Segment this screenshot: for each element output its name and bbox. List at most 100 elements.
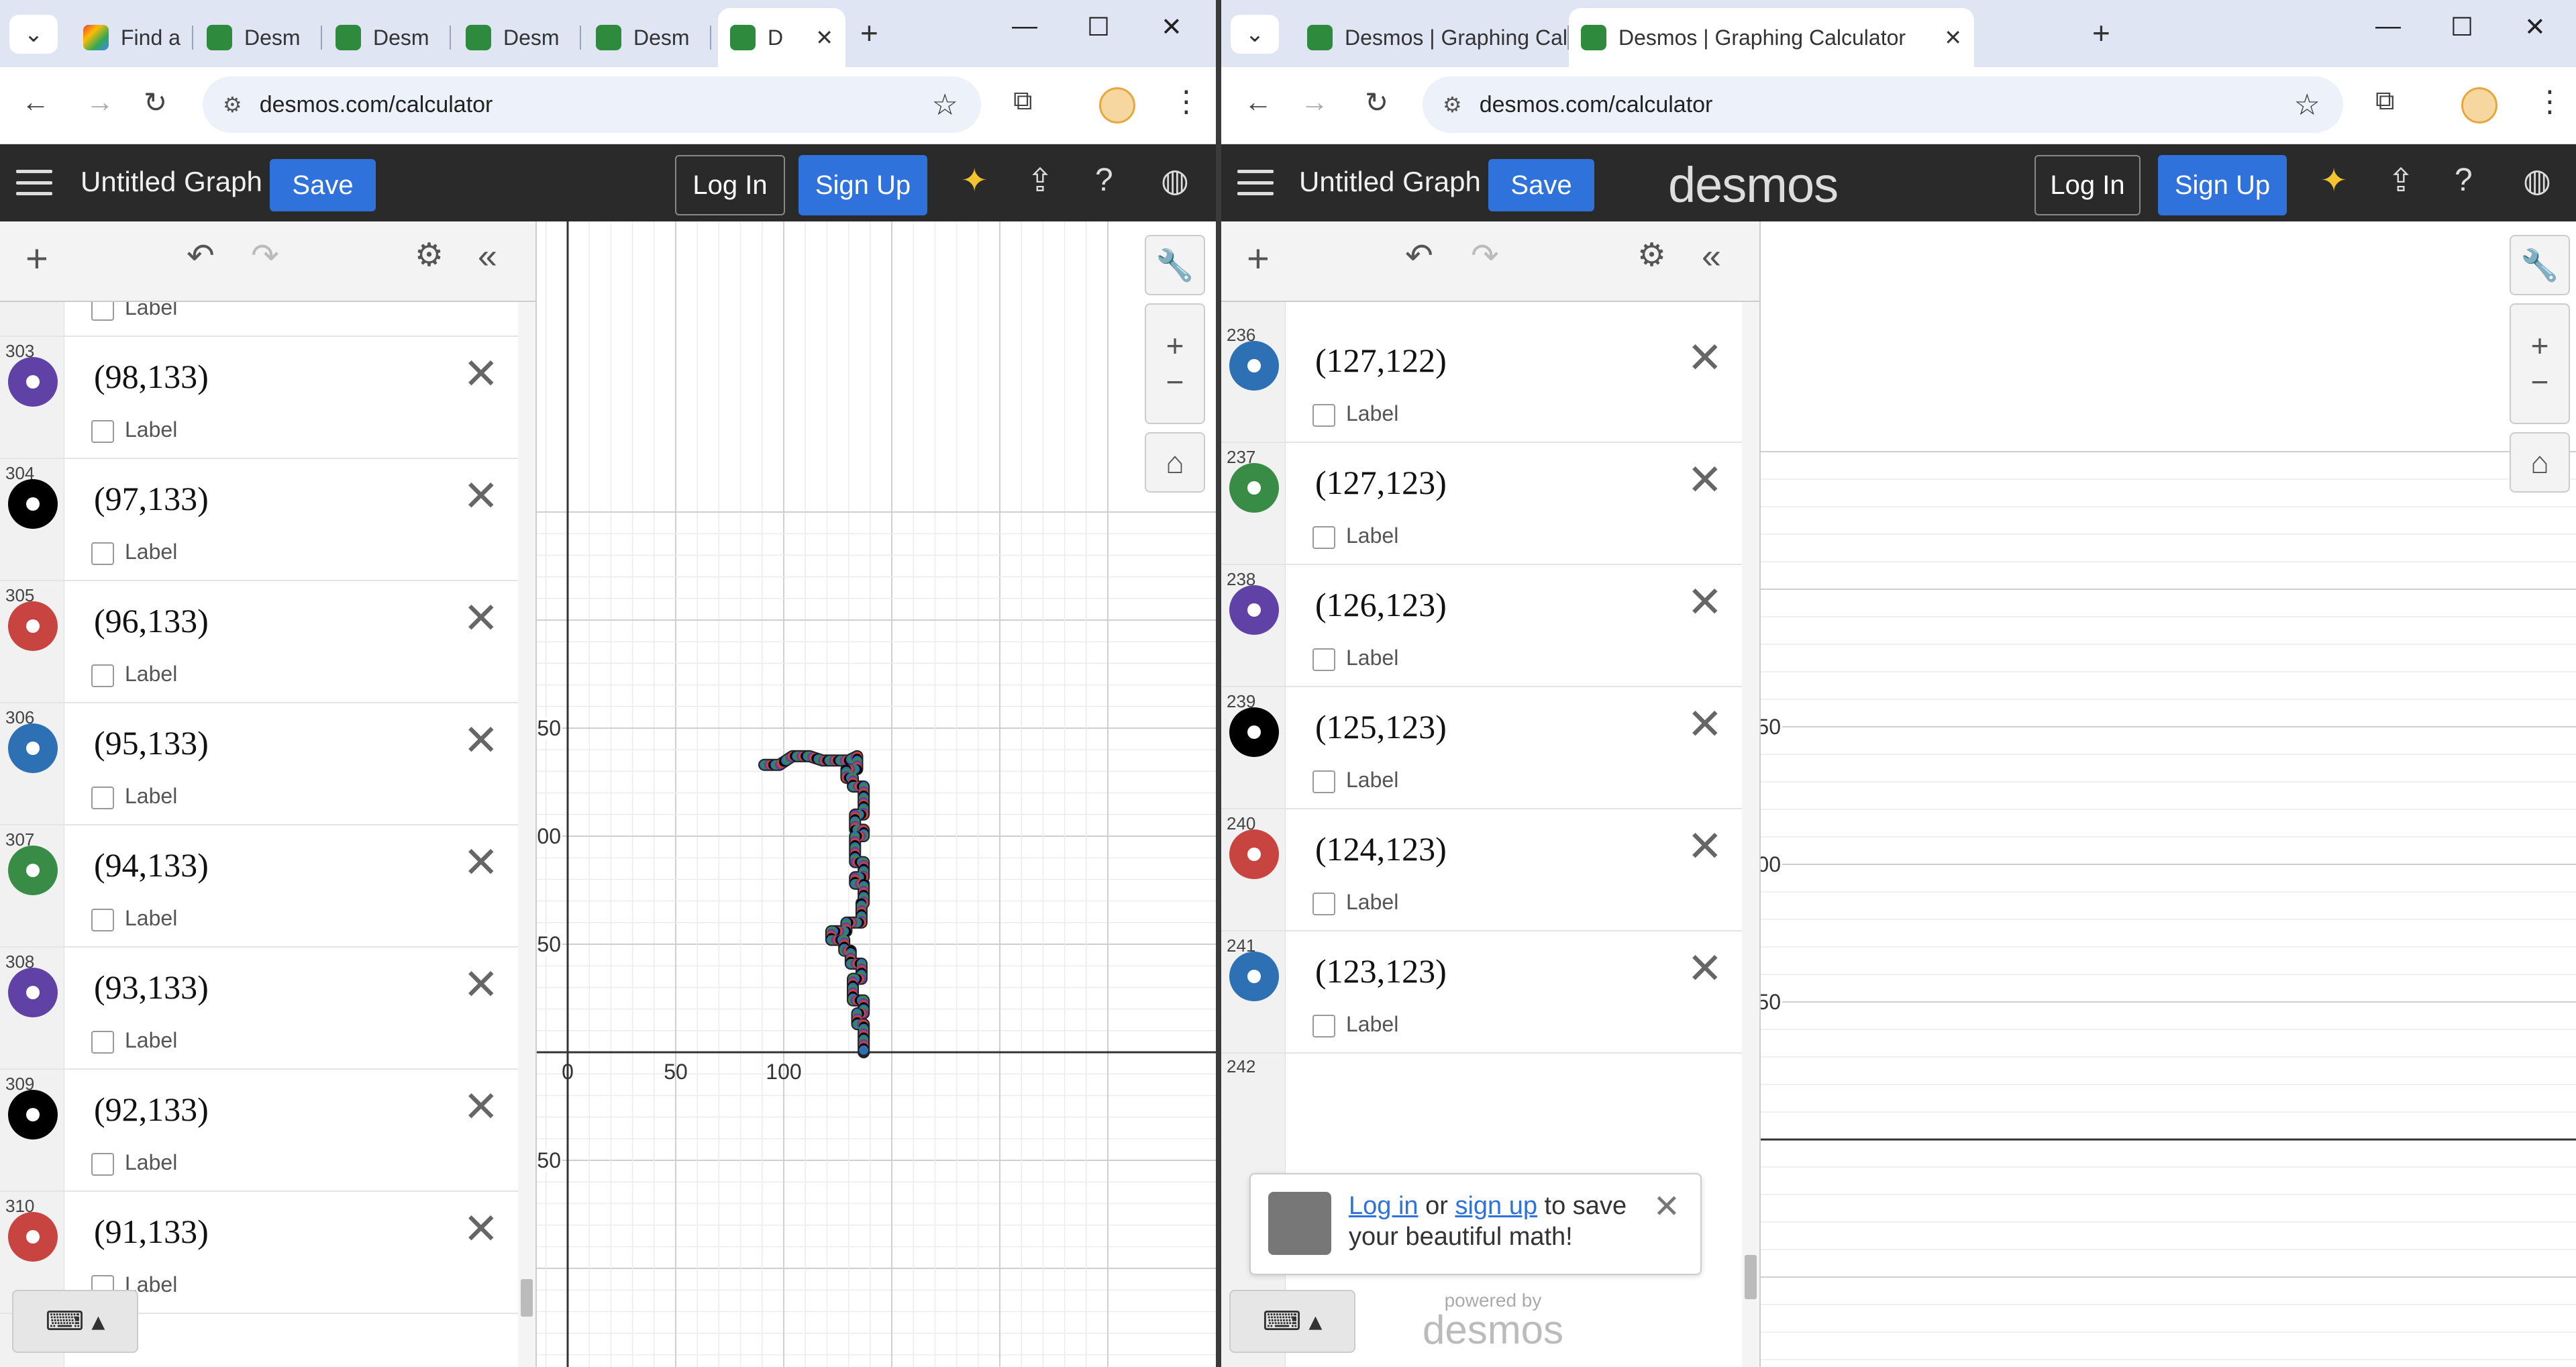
forward-icon[interactable]: → [1300,86,1329,118]
login-button[interactable]: Log In [675,155,785,215]
point-color-icon[interactable] [8,479,58,529]
url-bar[interactable]: ⚙ desmos.com/calculator ☆ [203,77,981,133]
empty-expression-row[interactable]: 242 [1221,1052,1743,1174]
scrollbar-thumb[interactable] [1745,1255,1757,1299]
close-tab-icon[interactable]: ✕ [815,25,833,50]
graph-canvas[interactable]: 0 50 100 150 100 50 -50 🔧 + − ⌂ [537,221,1216,1367]
site-info-icon[interactable]: ⚙ [223,92,242,117]
profile-avatar[interactable] [1099,87,1135,123]
signup-button[interactable]: Sign Up [2158,155,2287,215]
label-checkbox[interactable] [91,664,114,687]
maximize-button[interactable]: ☐ [2451,12,2473,42]
browser-menu-icon[interactable]: ⋮ [2535,85,2565,119]
delete-expression-icon[interactable]: ✕ [463,471,499,521]
point-color-icon[interactable] [8,1090,58,1140]
new-tab-button[interactable]: + [860,15,878,51]
browser-tab[interactable]: Desm [195,8,322,67]
powered-by-desmos[interactable]: powered by desmos [1396,1290,1590,1350]
expression-text[interactable]: (96,133) [94,601,209,640]
expression-row[interactable]: 239 (125,123) Label ✕ [1221,687,1743,809]
expression-text[interactable]: (124,123) [1315,829,1447,868]
expression-row[interactable]: 308 (93,133) Label ✕ [0,948,519,1070]
reload-icon[interactable]: ↻ [144,86,167,119]
expression-scrollbar[interactable] [518,302,535,1367]
zoom-out-icon[interactable]: − [2531,364,2549,400]
expression-text[interactable]: (97,133) [94,479,209,518]
maximize-button[interactable]: ☐ [1087,12,1110,42]
browser-tab[interactable]: Desm [323,8,451,67]
browser-tab[interactable]: Desm [454,8,581,67]
label-checkbox[interactable] [91,542,114,565]
expression-text[interactable]: (127,122) [1315,341,1447,380]
profile-avatar[interactable] [2461,87,2497,123]
delete-expression-icon[interactable]: ✕ [1687,455,1723,505]
expression-text[interactable]: (91,133) [94,1212,209,1251]
point-color-icon[interactable] [8,846,58,895]
expression-row[interactable]: Label✕ [0,302,519,337]
expression-text[interactable]: (123,123) [1315,952,1447,991]
expression-row[interactable]: 240 (124,123) Label ✕ [1221,809,1743,931]
browser-tab[interactable]: Desm [584,8,711,67]
zoom-out-icon[interactable]: − [1166,364,1184,400]
point-color-icon[interactable] [8,968,58,1017]
label-checkbox[interactable] [1312,526,1335,549]
undo-icon[interactable]: ↶ [187,236,215,275]
point-color-icon[interactable] [1229,707,1279,757]
delete-expression-icon[interactable]: ✕ [1687,944,1723,994]
point-color-icon[interactable] [1229,585,1279,635]
close-popup-icon[interactable]: ✕ [1653,1188,1680,1225]
share-icon[interactable]: ⇪ [2387,162,2414,199]
label-checkbox[interactable] [1312,648,1335,671]
expression-text[interactable]: (95,133) [94,723,209,762]
label-checkbox[interactable] [91,1031,114,1054]
back-icon[interactable]: ← [1244,86,1272,118]
settings-gear-icon[interactable]: ⚙ [415,236,444,274]
redo-icon[interactable]: ↷ [251,236,279,275]
expression-row[interactable]: 306 (95,133) Label ✕ [0,703,519,825]
language-globe-icon[interactable]: ◍ [2523,162,2551,199]
delete-expression-icon[interactable]: ✕ [1687,577,1723,627]
reload-icon[interactable]: ↻ [1365,86,1388,119]
keyboard-toggle-button[interactable]: ⌨ ▴ [1229,1290,1355,1353]
delete-expression-icon[interactable]: ✕ [463,838,499,888]
expression-row[interactable]: 303 (98,133) Label ✕ [0,337,519,459]
point-color-icon[interactable] [1229,341,1279,391]
label-checkbox[interactable] [1312,770,1335,793]
expression-row[interactable]: 307 (94,133) Label ✕ [0,825,519,948]
expression-row[interactable]: 305 (96,133) Label ✕ [0,581,519,703]
hamburger-menu-icon[interactable] [1237,164,1274,201]
desmos-logo[interactable]: desmos [1668,156,1839,213]
label-checkbox[interactable] [1312,1015,1335,1037]
label-checkbox[interactable] [91,909,114,931]
point-color-icon[interactable] [1229,952,1279,1001]
close-tab-icon[interactable]: ✕ [1944,25,1962,50]
delete-expression-icon[interactable]: ✕ [1687,821,1723,872]
login-link[interactable]: Log in [1349,1192,1419,1220]
delete-expression-icon[interactable]: ✕ [463,1204,499,1254]
label-checkbox[interactable] [91,302,114,321]
graph-title[interactable]: Untitled Graph [1299,166,1481,198]
browser-tab[interactable]: Find a [71,8,193,67]
expression-text[interactable]: (93,133) [94,968,209,1007]
language-globe-icon[interactable]: ◍ [1161,162,1189,199]
home-icon[interactable]: ⌂ [2510,432,2570,493]
add-expression-icon[interactable]: + [1247,236,1270,281]
expression-text[interactable]: (126,123) [1315,585,1447,624]
expression-text[interactable]: (92,133) [94,1090,209,1129]
expression-row[interactable]: 241 (123,123) Label ✕ [1221,931,1743,1054]
keyboard-toggle-button[interactable]: ⌨ ▴ [12,1290,138,1353]
add-expression-icon[interactable]: + [25,236,48,281]
expression-row[interactable]: 309 (92,133) Label ✕ [0,1070,519,1192]
point-color-icon[interactable] [1229,463,1279,513]
expression-row[interactable]: 237 (127,123) Label ✕ [1221,443,1743,565]
delete-expression-icon[interactable]: ✕ [463,593,499,644]
label-checkbox[interactable] [91,1153,114,1176]
expression-scrollbar[interactable] [1742,302,1759,1367]
sparkle-icon[interactable]: ✦ [2320,162,2347,199]
expression-text[interactable]: (125,123) [1315,707,1447,746]
bookmark-star-icon[interactable]: ☆ [932,88,958,122]
save-button[interactable]: Save [1488,159,1594,211]
bookmark-star-icon[interactable]: ☆ [2294,88,2320,122]
expression-text[interactable]: (127,123) [1315,463,1447,502]
delete-expression-icon[interactable]: ✕ [463,960,499,1010]
